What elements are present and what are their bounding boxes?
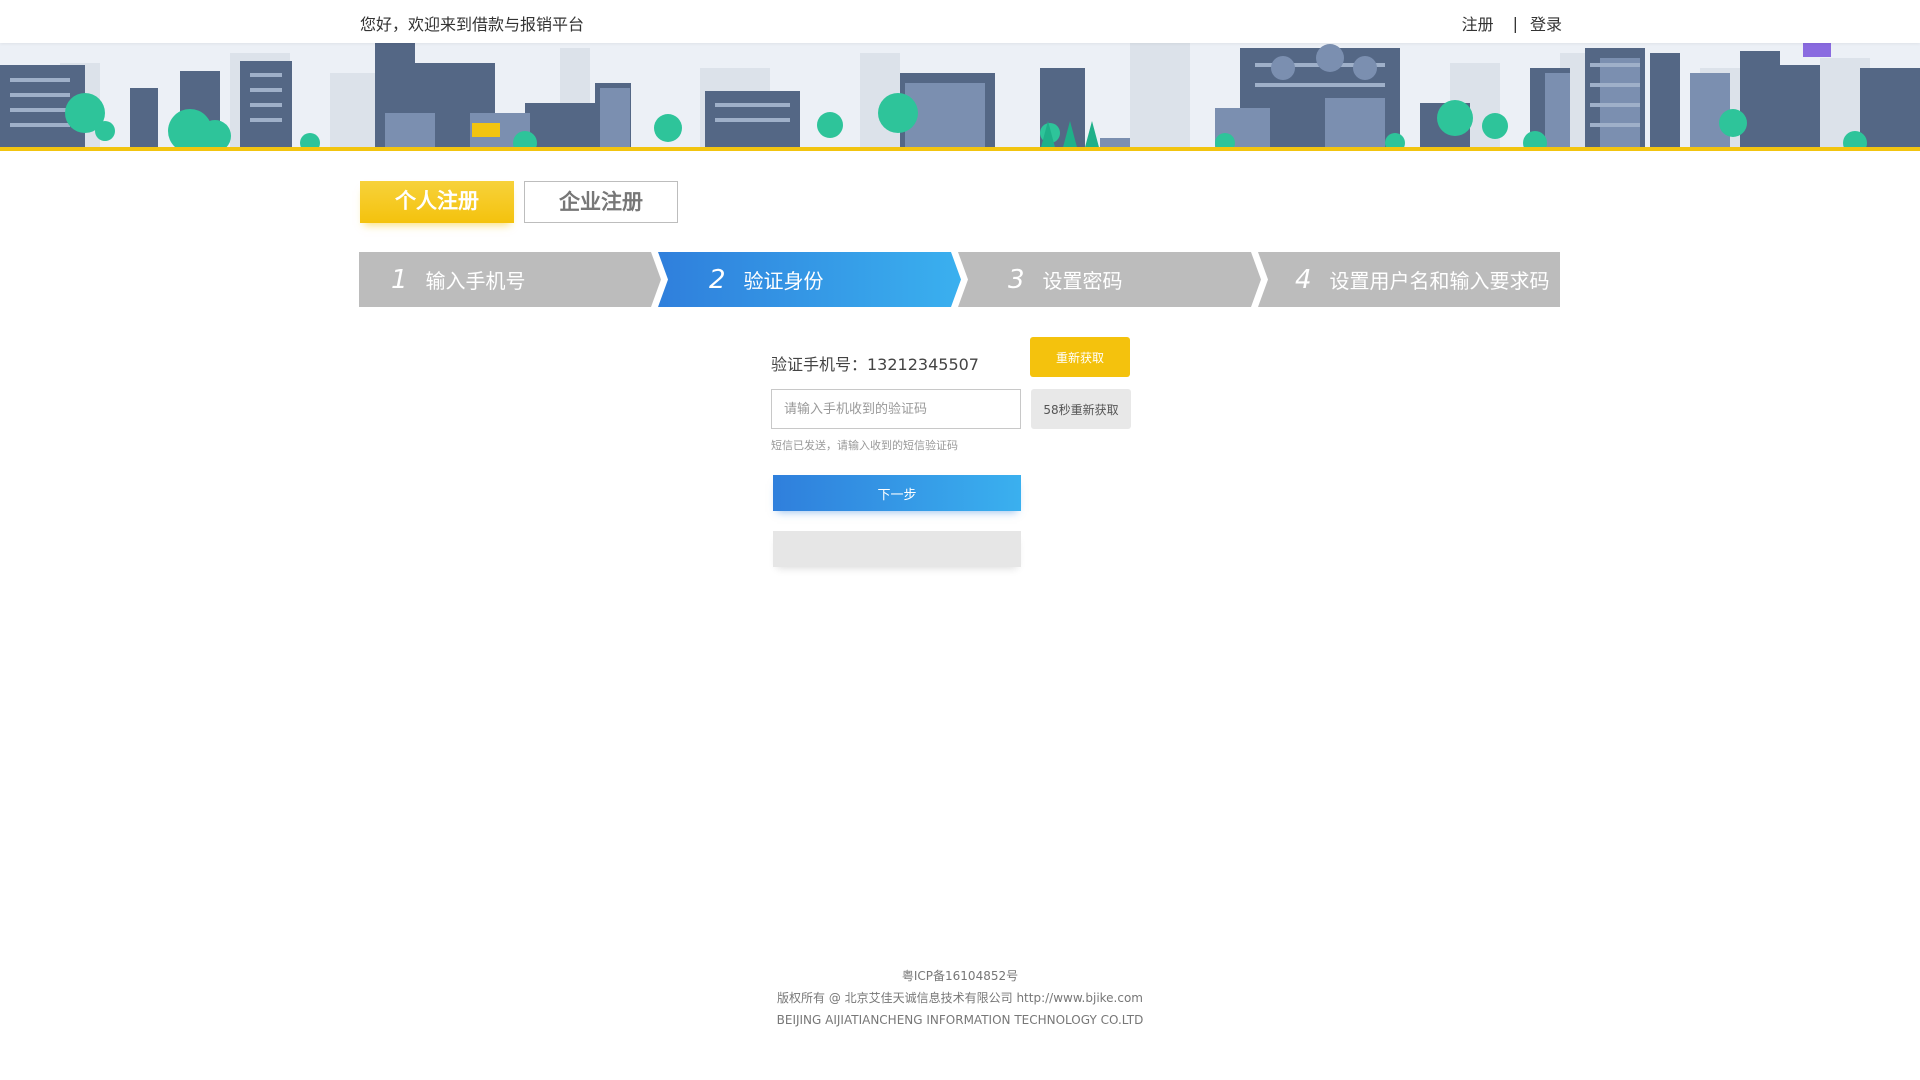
banner-accent-line: [0, 147, 1920, 151]
top-bar: 您好，欢迎来到借款与报销平台 注册 | 登录: [0, 0, 1920, 43]
link-separator: |: [1512, 13, 1518, 33]
step-enter-phone: 1 输入手机号: [359, 252, 661, 307]
copyright-text: 版权所有 @ 北京艾佳天诚信息技术有限公司 http://www.bjike.c…: [777, 991, 1143, 1005]
step-label: 验证身份: [743, 269, 824, 293]
step-number: 3: [1008, 264, 1025, 295]
tab-personal-register[interactable]: 个人注册: [360, 181, 514, 223]
auth-links: 注册 | 登录: [1462, 11, 1562, 35]
verification-code-input[interactable]: [771, 389, 1021, 429]
login-link[interactable]: 登录: [1530, 11, 1562, 35]
step-label: 输入手机号: [425, 269, 526, 293]
verify-phone-label: 验证手机号：13212345507: [771, 355, 979, 374]
welcome-text: 您好，欢迎来到借款与报销平台: [360, 15, 585, 34]
step-label: 设置密码: [1042, 269, 1123, 293]
tab-company-register[interactable]: 企业注册: [524, 181, 678, 223]
step-verify-identity: 2 验证身份: [658, 252, 961, 307]
countdown-resend-button[interactable]: 58秒重新获取: [1031, 389, 1131, 429]
step-set-password: 3 设置密码: [958, 252, 1261, 307]
step-label: 设置用户名和输入要求码: [1329, 269, 1550, 293]
next-step-button[interactable]: 下一步: [773, 475, 1021, 511]
step-number: 2: [709, 264, 726, 295]
step-set-username: 4 设置用户名和输入要求码: [1258, 252, 1560, 307]
step-progress: 1 输入手机号 2 验证身份 3 设置密码 4 设置用户名和输入要求码: [359, 252, 1560, 307]
register-link[interactable]: 注册: [1462, 11, 1494, 35]
icp-number: 粤ICP备16104852号: [901, 969, 1019, 983]
refetch-code-button[interactable]: 重新获取: [1030, 337, 1130, 377]
city-banner: [0, 43, 1920, 151]
city-skyline-illustration: [0, 43, 1920, 151]
step-number: 4: [1295, 264, 1312, 295]
footer: 粤ICP备16104852号 版权所有 @ 北京艾佳天诚信息技术有限公司 htt…: [0, 965, 1920, 1031]
company-english-name: BEIJING AIJIATIANCHENG INFORMATION TECHN…: [776, 1013, 1144, 1027]
step-number: 1: [391, 264, 408, 295]
secondary-button[interactable]: [773, 531, 1021, 567]
sms-sent-hint: 短信已发送，请输入收到的短信验证码: [771, 439, 958, 452]
